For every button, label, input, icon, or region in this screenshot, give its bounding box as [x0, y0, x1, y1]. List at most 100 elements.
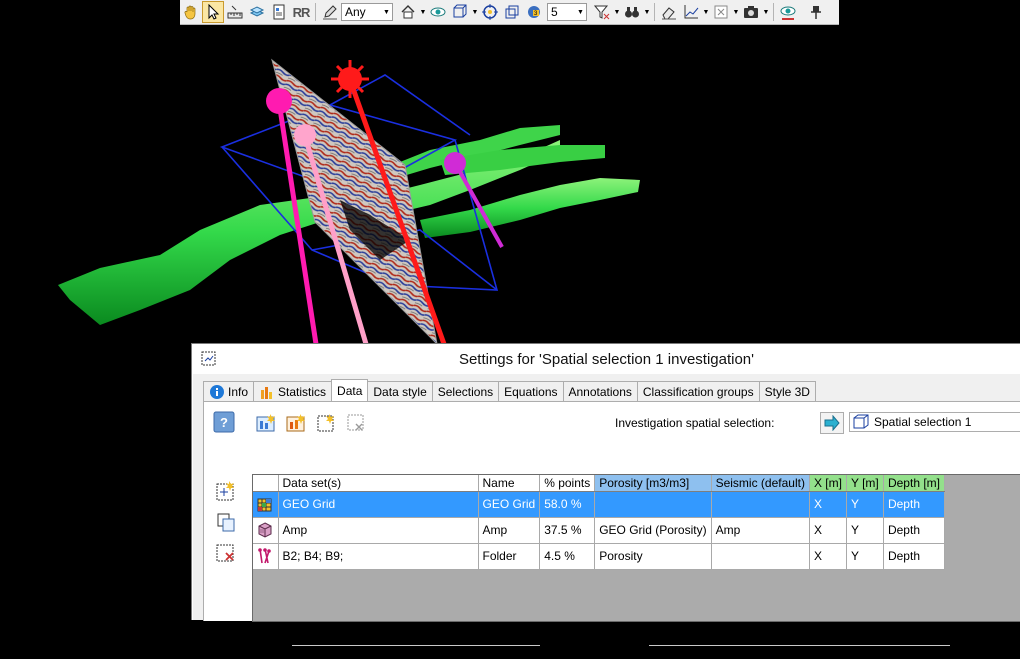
cube-icon	[258, 522, 272, 538]
row-icon-cell	[253, 543, 279, 570]
add-dataset-icon	[256, 414, 275, 432]
name-cell[interactable]: Amp	[478, 517, 541, 544]
porosity-cell[interactable]: GEO Grid (Porosity)	[594, 517, 712, 544]
dialog-title: Settings for 'Spatial selection 1 invest…	[458, 351, 755, 368]
add-dataset-button[interactable]	[254, 411, 278, 435]
chevron-down-icon[interactable]: ▼	[732, 1, 740, 23]
tab-selections[interactable]: Selections	[431, 381, 500, 401]
globe-badge-icon[interactable]: 3	[523, 1, 545, 23]
depth-cell[interactable]: Depth	[883, 543, 946, 570]
chevron-down-icon[interactable]: ▼	[419, 1, 427, 23]
tab-annotations[interactable]: Annotations	[562, 381, 638, 401]
eye-icon[interactable]	[427, 1, 449, 23]
remove-button[interactable]	[344, 411, 368, 435]
help-button[interactable]: ?	[212, 410, 236, 434]
chevron-down-icon[interactable]: ▼	[643, 1, 651, 23]
depth-cell[interactable]: Depth	[883, 517, 946, 544]
chevron-down-icon[interactable]: ▼	[702, 1, 710, 23]
copy-row-button[interactable]	[214, 510, 238, 534]
data-selection-label: Data selection	[210, 631, 258, 659]
column-header[interactable]: Seismic (default)	[711, 475, 810, 492]
seismic-cell[interactable]	[711, 491, 810, 518]
count-combo[interactable]: 5 ▼	[547, 3, 587, 21]
camera-icon[interactable]	[740, 1, 762, 23]
x-cell[interactable]: X	[809, 517, 847, 544]
new-selection-button[interactable]	[314, 411, 338, 435]
name-cell[interactable]: Folder	[478, 543, 541, 570]
y-cell[interactable]: Y	[846, 517, 884, 544]
data-grid[interactable]: Data set(s) Name % points Porosity [m3/m…	[252, 474, 1020, 622]
pin-icon[interactable]	[805, 1, 827, 23]
tab-statistics[interactable]: Statistics	[253, 381, 333, 401]
axis-chart-icon[interactable]	[680, 1, 702, 23]
clear-box-icon[interactable]	[710, 1, 732, 23]
dataset-cell[interactable]: Amp	[278, 517, 479, 544]
select-pointer-icon[interactable]	[202, 1, 224, 23]
tab-data-style[interactable]: Data style	[367, 381, 433, 401]
column-header[interactable]: % points	[539, 475, 596, 492]
chevron-down-icon[interactable]: ▼	[762, 1, 770, 23]
porosity-cell[interactable]	[594, 491, 712, 518]
filter-combo[interactable]: Any ▼	[341, 3, 393, 21]
cube-view-icon[interactable]	[501, 1, 523, 23]
pen-edit-icon[interactable]	[319, 1, 341, 23]
view-box-icon[interactable]	[449, 1, 471, 23]
report-icon[interactable]	[268, 1, 290, 23]
group-divider	[648, 644, 950, 646]
y-cell[interactable]: Y	[846, 491, 884, 518]
tab-label: Statistics	[278, 384, 327, 399]
pan-hand-icon[interactable]	[180, 1, 202, 23]
seismic-cell[interactable]	[711, 543, 810, 570]
table-row[interactable]: GEO Grid GEO Grid 58.0 % X Y Depth	[253, 491, 946, 518]
depth-cell[interactable]: Depth	[883, 491, 946, 518]
hide-eye-icon[interactable]	[777, 1, 799, 23]
column-header[interactable]: Name	[478, 475, 541, 492]
target-icon[interactable]	[479, 1, 501, 23]
dataset-cell[interactable]: B2; B4; B9;	[278, 543, 479, 570]
binoculars-icon[interactable]	[621, 1, 643, 23]
selection-box-icon	[853, 414, 869, 429]
column-header[interactable]: Depth [m]	[883, 475, 946, 492]
count-combo-value: 5	[551, 5, 558, 19]
rr-icon[interactable]: RR	[290, 1, 312, 23]
tab-data[interactable]: Data	[331, 379, 369, 401]
tab-label: Info	[228, 384, 249, 399]
table-row[interactable]: Amp Amp 37.5 % GEO Grid (Porosity) Amp X…	[253, 517, 946, 544]
tab-label: Style 3D	[764, 384, 810, 399]
go-to-selection-button[interactable]	[820, 412, 844, 434]
tab-equations[interactable]: Equations	[498, 381, 564, 401]
3d-viewport[interactable]	[0, 25, 1020, 346]
column-header[interactable]: Porosity [m3/m3]	[594, 475, 712, 492]
column-header[interactable]	[253, 475, 279, 492]
porosity-cell[interactable]: Porosity	[594, 543, 712, 570]
tab-classification-groups[interactable]: Classification groups	[636, 381, 760, 401]
new-row-button[interactable]	[214, 479, 238, 503]
measure-icon[interactable]	[224, 1, 246, 23]
tab-label: Annotations	[568, 384, 632, 399]
layers-icon[interactable]	[246, 1, 268, 23]
column-header[interactable]: Data set(s)	[278, 475, 479, 492]
home-icon[interactable]	[397, 1, 419, 23]
chevron-down-icon[interactable]: ▼	[613, 1, 621, 23]
column-header[interactable]: Y [m]	[846, 475, 884, 492]
x-cell[interactable]: X	[809, 491, 847, 518]
tab-info[interactable]: Info	[203, 381, 255, 401]
main-toolbar: RR Any ▼ ▼ ▼ 3 5 ▼ ▼ ▼ ▼ ▼ ▼	[180, 0, 839, 25]
filter-funnel-icon[interactable]	[591, 1, 613, 23]
chevron-down-icon[interactable]: ▼	[471, 1, 479, 23]
x-cell[interactable]: X	[809, 543, 847, 570]
name-cell[interactable]: GEO Grid	[478, 491, 541, 518]
delete-row-button[interactable]	[214, 541, 238, 565]
add-statistics-button[interactable]	[284, 411, 308, 435]
dialog-titlebar[interactable]: Settings for 'Spatial selection 1 invest…	[192, 344, 1020, 374]
tab-style-3d[interactable]: Style 3D	[758, 381, 816, 401]
seismic-cell[interactable]: Amp	[711, 517, 810, 544]
table-row[interactable]: B2; B4; B9; Folder 4.5 % Porosity X Y De…	[253, 543, 946, 570]
y-cell[interactable]: Y	[846, 543, 884, 570]
investigation-selection-field[interactable]: Spatial selection 1	[849, 412, 1020, 432]
dataset-cell[interactable]: GEO Grid	[278, 491, 479, 518]
investigation-label: Investigation spatial selection:	[615, 416, 775, 430]
eraser-icon[interactable]	[658, 1, 680, 23]
group-divider	[291, 644, 540, 646]
column-header[interactable]: X [m]	[809, 475, 847, 492]
